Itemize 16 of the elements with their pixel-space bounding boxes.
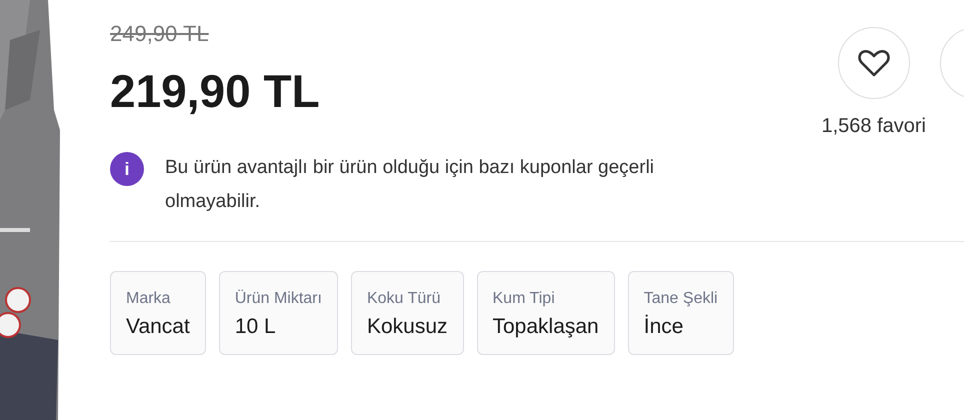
heart-icon	[858, 49, 890, 77]
favorite-count: 1,568 favori	[821, 114, 926, 139]
attribute-label: Ürün Miktarı	[234, 289, 322, 309]
info-icon: i	[110, 152, 144, 186]
attribute-value: Kokusuz	[366, 314, 448, 340]
attribute-value: Topaklaşan	[492, 314, 599, 340]
attribute-label: Tane Şekli	[644, 289, 718, 309]
attribute-label: Kum Tipi	[492, 289, 556, 309]
old-price: 249,90 TL	[110, 20, 209, 48]
notice-text: Bu ürün avantajlı bir ürün olduğu için bazı kuponlar geçerli olmayabilir.	[165, 156, 656, 214]
attribute-label: Koku Türü	[366, 289, 442, 309]
attribute-value: 10 L	[234, 314, 277, 340]
attribute-label: Marka	[126, 289, 172, 309]
attribute-value: İnce	[644, 314, 684, 340]
attribute-value: Vancat	[126, 314, 190, 340]
current-price: 219,90 TL	[110, 64, 320, 118]
